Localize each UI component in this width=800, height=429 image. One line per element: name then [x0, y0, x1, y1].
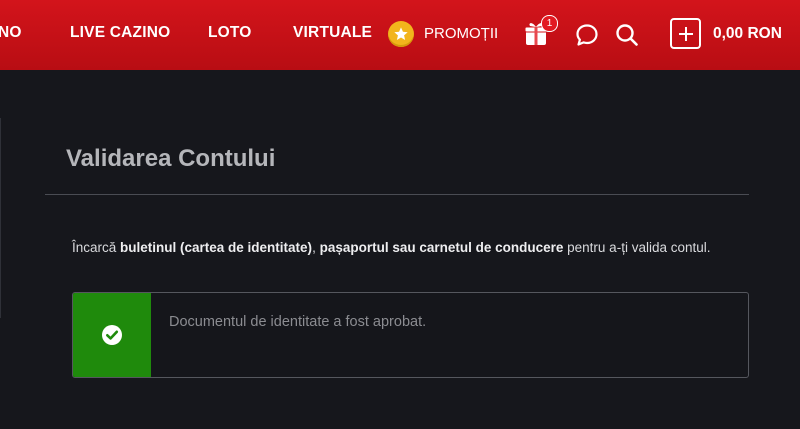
search-button[interactable] — [614, 22, 640, 48]
side-panel-border — [0, 118, 1, 318]
title-divider — [45, 194, 749, 195]
star-icon-glyph — [394, 27, 408, 40]
status-message: Documentul de identitate a fost aprobat. — [169, 314, 427, 330]
nav-item-promotii[interactable]: PROMOȚII — [424, 25, 498, 42]
nav-item-cazino[interactable]: NO — [0, 24, 22, 42]
instructions-id-card: buletinul (cartea de identitate) — [120, 240, 313, 255]
top-navigation-bar: NO LIVE CAZINO LOTO VIRTUALE PROMOȚII 1 — [0, 0, 800, 70]
account-balance[interactable]: 0,00 RON — [713, 25, 782, 43]
plus-icon — [678, 26, 693, 41]
chat-bubble-icon — [576, 24, 598, 46]
gift-button[interactable]: 1 — [522, 15, 558, 49]
instructions-suffix: pentru a-ți valida contul. — [563, 240, 711, 255]
instructions-prefix: Încarcă — [72, 240, 121, 255]
check-circle-icon — [102, 325, 122, 345]
page-title: Validarea Contului — [66, 145, 276, 172]
notification-badge: 1 — [541, 15, 558, 32]
instructions-separator: , — [312, 240, 320, 255]
chat-button[interactable] — [574, 22, 600, 48]
deposit-button[interactable] — [670, 18, 701, 49]
nav-item-virtuale[interactable]: VIRTUALE — [293, 24, 372, 42]
validation-instructions: Încarcă buletinul (cartea de identitate)… — [72, 237, 752, 258]
instructions-other-docs: pașaportul sau carnetul de conducere — [319, 240, 564, 255]
status-icon-area — [73, 293, 151, 377]
star-icon[interactable] — [388, 21, 414, 47]
nav-item-loto[interactable]: LOTO — [208, 24, 252, 42]
search-icon — [616, 24, 638, 46]
document-status-box: Documentul de identitate a fost aprobat. — [72, 292, 749, 378]
nav-item-live-cazino[interactable]: LIVE CAZINO — [70, 24, 170, 42]
